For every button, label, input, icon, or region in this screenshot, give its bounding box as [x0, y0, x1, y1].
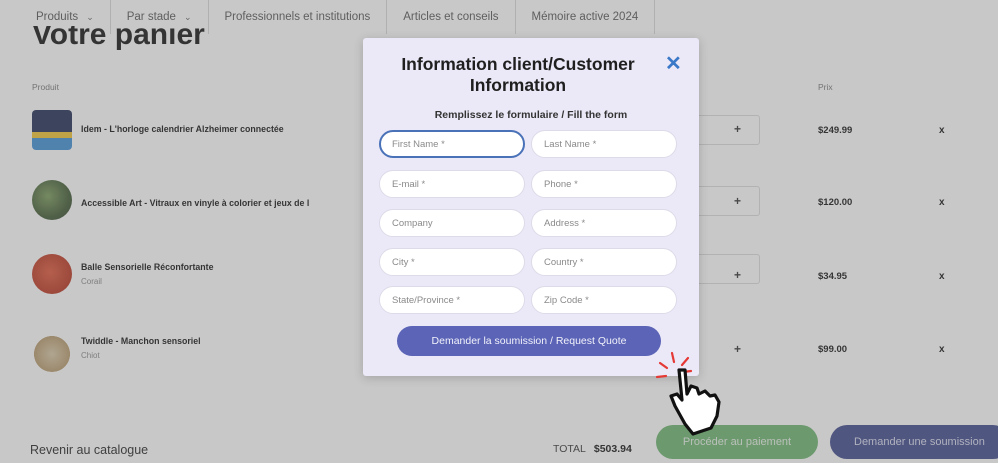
modal-title: Information client/Customer Information: [401, 54, 635, 95]
zip-code-field[interactable]: [531, 286, 677, 314]
email-field[interactable]: [379, 170, 525, 198]
modal-subtitle: Remplissez le formulaire / Fill the form: [434, 109, 628, 121]
customer-info-modal: Information client/Customer Information …: [363, 38, 699, 376]
country-field[interactable]: [531, 248, 677, 276]
address-field[interactable]: [531, 209, 677, 237]
company-field[interactable]: [379, 209, 525, 237]
hand-pointer-icon: [655, 351, 721, 436]
request-quote-submit-button[interactable]: Demander la soumission / Request Quote: [397, 326, 661, 356]
city-field[interactable]: [379, 248, 525, 276]
state-province-field[interactable]: [379, 286, 525, 314]
first-name-field[interactable]: [379, 130, 525, 158]
phone-field[interactable]: [531, 170, 677, 198]
close-icon[interactable]: ✕: [665, 53, 682, 75]
last-name-field[interactable]: [531, 130, 677, 158]
